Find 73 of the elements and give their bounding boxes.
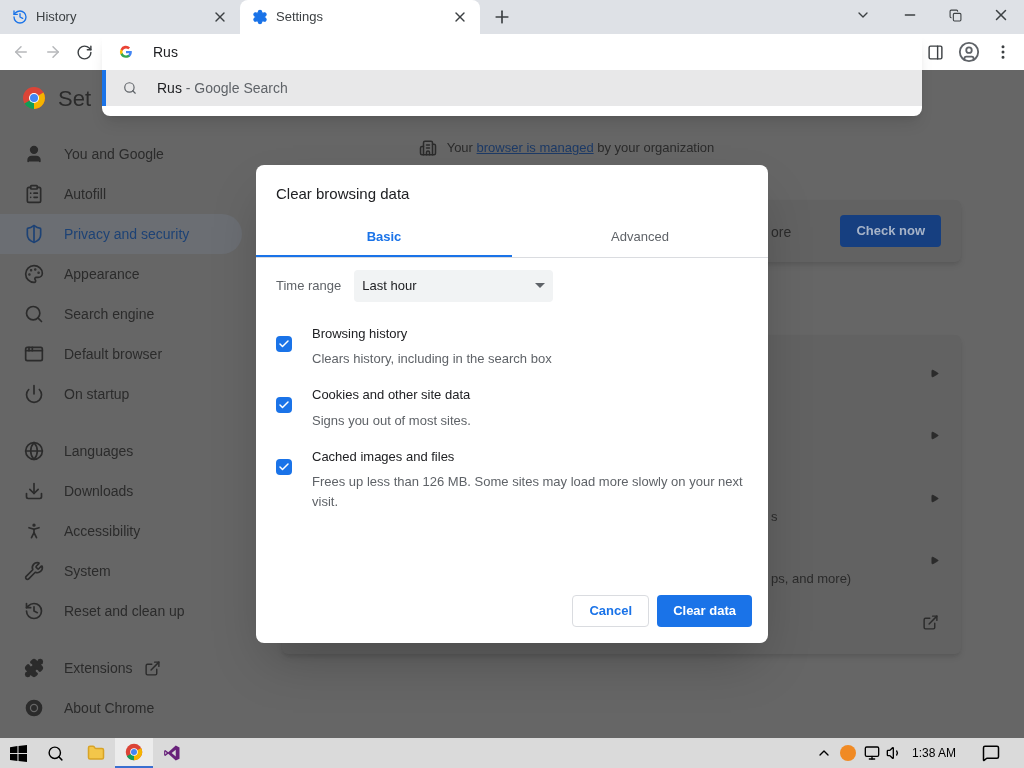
address-field[interactable]: Rus — [153, 41, 922, 63]
history-icon — [12, 9, 28, 25]
option-title: Cookies and other site data — [312, 386, 472, 404]
folder-icon — [87, 744, 105, 762]
building-icon — [418, 138, 437, 157]
sidebar-item[interactable]: Accessibility — [0, 511, 242, 551]
check-icon — [278, 337, 290, 350]
person-icon — [24, 144, 44, 164]
restore-icon[interactable] — [949, 8, 962, 22]
shield-icon — [24, 224, 44, 244]
option-description: Frees up less than 126 MB. Some sites may load more slowly on your next visit. — [312, 473, 744, 511]
settings-icon — [252, 9, 268, 25]
sidebar-item[interactable]: Search engine — [0, 294, 242, 334]
chrome-logo-icon — [125, 743, 143, 761]
time-range-label: Time range — [276, 276, 342, 295]
clear-data-button[interactable]: Clear data — [657, 595, 752, 627]
checkbox[interactable] — [276, 397, 292, 413]
dialog-tab[interactable]: Advanced — [512, 218, 768, 257]
search-icon[interactable] — [47, 744, 64, 762]
profile-icon[interactable] — [958, 41, 980, 63]
reload-icon[interactable] — [76, 43, 93, 61]
chrome-logo-icon — [22, 86, 46, 110]
clipboard-icon — [24, 184, 44, 204]
search-icon — [24, 304, 44, 324]
search-icon — [123, 81, 137, 95]
option-description: Signs you out of most sites. — [312, 411, 472, 430]
wrench-icon — [24, 561, 44, 581]
sidebar-item[interactable]: Reset and clean up — [0, 591, 242, 631]
google-logo-icon — [119, 45, 133, 59]
network-icon[interactable] — [863, 745, 880, 761]
dialog-title: Clear browsing data — [276, 184, 411, 204]
sidebar-item[interactable]: About Chrome — [0, 688, 242, 728]
check-icon — [278, 460, 290, 473]
history-icon — [24, 601, 44, 621]
side-panel-icon[interactable] — [927, 43, 944, 61]
sidebar-item[interactable]: Default browser — [0, 334, 242, 374]
managed-notice: Your browser is managed by your organization — [446, 139, 715, 157]
browser-tab[interactable]: Settings — [240, 0, 480, 34]
sidebar-item[interactable]: On startup — [0, 374, 242, 414]
managed-link[interactable]: browser is managed — [476, 140, 594, 155]
check-icon — [278, 399, 290, 411]
window-icon — [24, 344, 44, 364]
checkbox[interactable] — [276, 335, 292, 352]
sidebar-item[interactable]: System — [0, 551, 242, 591]
page-title: Set — [58, 84, 92, 113]
studio-logo-icon — [163, 744, 181, 762]
option-title: Browsing history — [312, 324, 409, 343]
sidebar-item[interactable]: Languages — [0, 431, 242, 471]
sidebar-item[interactable]: You and Google — [0, 134, 242, 174]
sidebar-item[interactable]: Appearance — [0, 254, 242, 294]
dialog-tab[interactable]: Basic — [256, 218, 512, 257]
cancel-button[interactable]: Cancel — [572, 595, 650, 627]
dropdown-caret-icon — [535, 283, 546, 288]
option-title: Cached images and files — [312, 447, 456, 466]
download-icon — [24, 481, 44, 501]
sidebar-item[interactable]: Extensions — [0, 648, 242, 688]
checkbox[interactable] — [276, 458, 292, 475]
clock[interactable]: 1:38 AM — [911, 744, 956, 762]
sidebar-item[interactable]: Privacy and security — [0, 214, 242, 254]
sidebar-item[interactable]: Autofill — [0, 174, 242, 214]
windows-logo-icon[interactable] — [10, 744, 27, 762]
sidebar-item[interactable]: Downloads — [0, 471, 242, 511]
suggestion-item[interactable]: Rus - Google Search — [102, 70, 922, 106]
chrome-logo-icon — [24, 698, 44, 718]
puzzle-icon — [24, 658, 44, 678]
taskbar-app[interactable] — [115, 738, 153, 768]
power-icon — [24, 384, 44, 404]
check-now-button[interactable]: Check now — [840, 214, 941, 247]
palette-icon — [24, 264, 44, 284]
globe-icon — [24, 441, 44, 461]
option-description: Clears history, including in the search box — [312, 350, 553, 368]
notifications-icon[interactable] — [982, 744, 1000, 762]
time-range-dropdown[interactable]: Last hour — [354, 269, 554, 302]
